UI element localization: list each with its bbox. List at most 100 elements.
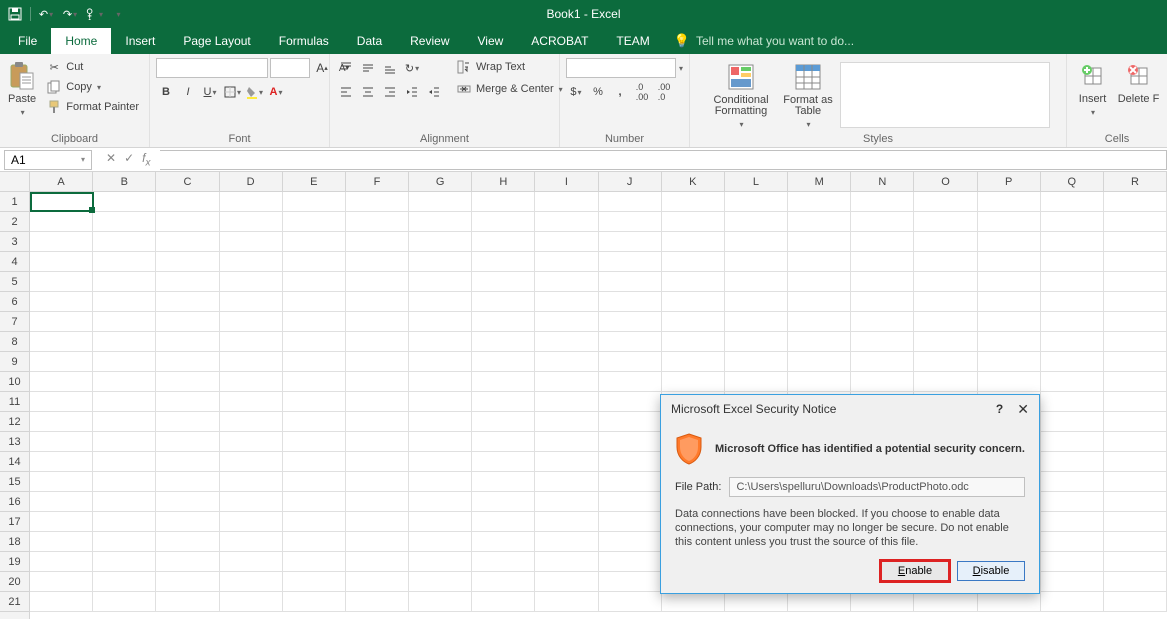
cell[interactable]: [472, 372, 535, 392]
row-header[interactable]: 6: [0, 292, 29, 312]
cell[interactable]: [978, 592, 1041, 612]
cell[interactable]: [93, 312, 156, 332]
cell[interactable]: [1104, 412, 1167, 432]
cell[interactable]: [662, 592, 725, 612]
cell[interactable]: [599, 492, 662, 512]
cell[interactable]: [472, 252, 535, 272]
column-header[interactable]: R: [1104, 172, 1167, 191]
cell[interactable]: [1104, 192, 1167, 212]
cell[interactable]: [472, 212, 535, 232]
cell[interactable]: [472, 432, 535, 452]
column-header[interactable]: C: [156, 172, 219, 191]
cell[interactable]: [409, 252, 472, 272]
cell[interactable]: [1041, 272, 1104, 292]
cell[interactable]: [662, 312, 725, 332]
cell[interactable]: [283, 352, 346, 372]
cell[interactable]: [788, 312, 851, 332]
cell[interactable]: [346, 332, 409, 352]
column-header[interactable]: E: [283, 172, 346, 191]
cell[interactable]: [30, 372, 93, 392]
paste-button[interactable]: Paste ▾: [6, 58, 38, 118]
cell[interactable]: [346, 412, 409, 432]
wrap-text-button[interactable]: Wrap Text: [452, 58, 567, 76]
cell[interactable]: [1041, 552, 1104, 572]
cell[interactable]: [472, 552, 535, 572]
align-bottom-icon[interactable]: [380, 58, 400, 78]
cell[interactable]: [409, 272, 472, 292]
cell[interactable]: [156, 572, 219, 592]
cell[interactable]: [220, 252, 283, 272]
cell[interactable]: [978, 332, 1041, 352]
format-as-table-button[interactable]: Format as Table▾: [780, 59, 836, 130]
cell[interactable]: [156, 432, 219, 452]
cell[interactable]: [535, 212, 598, 232]
cell[interactable]: [409, 292, 472, 312]
cell[interactable]: [30, 532, 93, 552]
cell[interactable]: [30, 192, 93, 212]
cell[interactable]: [599, 292, 662, 312]
cell[interactable]: [472, 392, 535, 412]
cell[interactable]: [93, 452, 156, 472]
cell[interactable]: [472, 232, 535, 252]
cell[interactable]: [662, 352, 725, 372]
column-header[interactable]: H: [472, 172, 535, 191]
formula-input[interactable]: [160, 150, 1167, 170]
cell[interactable]: [725, 312, 788, 332]
cell[interactable]: [30, 572, 93, 592]
redo-icon[interactable]: ↷▾: [61, 5, 79, 23]
increase-indent-icon[interactable]: [424, 82, 444, 102]
cell[interactable]: [156, 332, 219, 352]
cell[interactable]: [283, 412, 346, 432]
cell[interactable]: [156, 212, 219, 232]
cell[interactable]: [535, 232, 598, 252]
cell[interactable]: [472, 292, 535, 312]
cell[interactable]: [346, 432, 409, 452]
cell[interactable]: [851, 292, 914, 312]
cell[interactable]: [156, 452, 219, 472]
cell[interactable]: [93, 372, 156, 392]
cell[interactable]: [599, 412, 662, 432]
cell[interactable]: [156, 192, 219, 212]
cell[interactable]: [599, 532, 662, 552]
cell[interactable]: [30, 472, 93, 492]
align-right-icon[interactable]: [380, 82, 400, 102]
cell[interactable]: [409, 352, 472, 372]
cell[interactable]: [725, 252, 788, 272]
cell[interactable]: [535, 272, 598, 292]
cell[interactable]: [30, 552, 93, 572]
cell[interactable]: [30, 252, 93, 272]
cell[interactable]: [93, 232, 156, 252]
cell[interactable]: [472, 492, 535, 512]
conditional-formatting-button[interactable]: Conditional Formatting▾: [706, 59, 776, 130]
cell[interactable]: [472, 312, 535, 332]
column-header[interactable]: M: [788, 172, 851, 191]
cell[interactable]: [978, 232, 1041, 252]
row-header[interactable]: 12: [0, 412, 29, 432]
cell[interactable]: [914, 232, 977, 252]
decrease-indent-icon[interactable]: [402, 82, 422, 102]
cell[interactable]: [535, 192, 598, 212]
cell[interactable]: [1104, 392, 1167, 412]
cell[interactable]: [220, 572, 283, 592]
orientation-icon[interactable]: ↻▾: [402, 58, 422, 78]
cell[interactable]: [535, 292, 598, 312]
cell[interactable]: [914, 352, 977, 372]
cell[interactable]: [788, 252, 851, 272]
cell[interactable]: [1041, 412, 1104, 432]
cell[interactable]: [1104, 532, 1167, 552]
cell[interactable]: [283, 332, 346, 352]
cell[interactable]: [283, 192, 346, 212]
cell[interactable]: [409, 532, 472, 552]
cell[interactable]: [93, 392, 156, 412]
cell[interactable]: [409, 492, 472, 512]
cell[interactable]: [535, 572, 598, 592]
cell[interactable]: [283, 452, 346, 472]
row-header[interactable]: 21: [0, 592, 29, 612]
cell[interactable]: [93, 512, 156, 532]
cell[interactable]: [346, 492, 409, 512]
cell[interactable]: [1041, 252, 1104, 272]
cell[interactable]: [535, 392, 598, 412]
cell-styles-gallery[interactable]: [840, 62, 1050, 128]
cell[interactable]: [788, 372, 851, 392]
row-header[interactable]: 1: [0, 192, 29, 212]
